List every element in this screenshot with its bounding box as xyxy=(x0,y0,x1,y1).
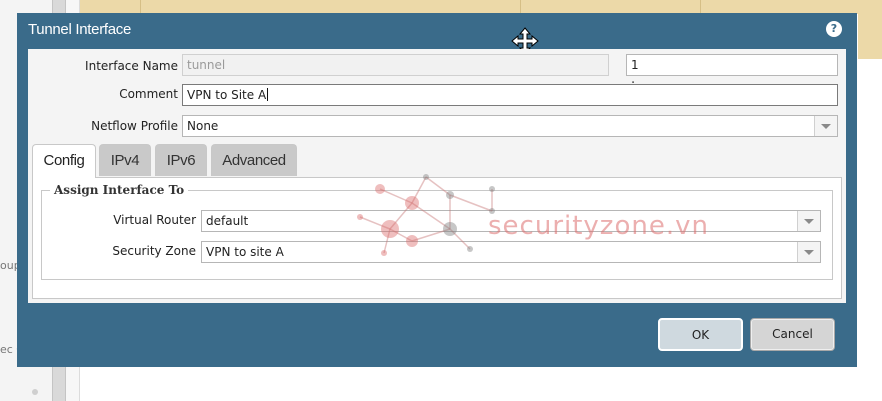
dialog-titlebar[interactable]: Tunnel Interface ? xyxy=(17,13,857,55)
tab-ipv4-label: IPv4 xyxy=(110,152,140,169)
dialog-title: Tunnel Interface xyxy=(28,21,132,38)
assign-interface-fieldset: Assign Interface To Virtual Router defau… xyxy=(41,183,833,280)
tab-ipv4[interactable]: IPv4 xyxy=(99,144,151,176)
interface-name-field: tunnel xyxy=(182,54,609,76)
dialog-body: Interface Name tunnel . 1 Comment VPN to… xyxy=(28,49,846,303)
virtual-router-label: Virtual Router xyxy=(113,213,196,227)
netflow-profile-label: Netflow Profile xyxy=(91,119,178,133)
interface-suffix-value: 1 xyxy=(631,58,639,72)
tab-ipv6-label: IPv6 xyxy=(166,152,196,169)
comment-label: Comment xyxy=(119,87,178,101)
tab-advanced-label: Advanced xyxy=(222,152,286,169)
tab-config-label: Config xyxy=(43,152,85,169)
tunnel-interface-dialog: Tunnel Interface ? Interface Name tunnel… xyxy=(17,13,857,367)
ok-button[interactable]: OK xyxy=(658,318,743,351)
virtual-router-select[interactable]: default xyxy=(201,210,821,232)
help-circle-icon[interactable]: ? xyxy=(826,21,842,37)
background-header-strip xyxy=(0,0,882,14)
chevron-down-icon[interactable] xyxy=(797,211,820,231)
security-zone-label: Security Zone xyxy=(112,244,196,258)
tab-config[interactable]: Config xyxy=(32,144,96,178)
cancel-button[interactable]: Cancel xyxy=(750,318,835,351)
tab-advanced[interactable]: Advanced xyxy=(211,144,297,176)
virtual-router-value: default xyxy=(206,214,249,228)
security-zone-value: VPN to site A xyxy=(206,245,284,259)
netflow-profile-select[interactable]: None xyxy=(182,115,838,137)
config-tab-panel: Assign Interface To Virtual Router defau… xyxy=(32,177,842,299)
text-cursor xyxy=(267,88,269,101)
interface-name-label: Interface Name xyxy=(85,59,178,73)
comment-value: VPN to Site A xyxy=(187,88,267,102)
chevron-down-icon[interactable] xyxy=(797,242,820,262)
background-dot xyxy=(32,389,38,395)
fieldset-legend: Assign Interface To xyxy=(50,183,189,197)
comment-field[interactable]: VPN to Site A xyxy=(182,84,838,106)
tab-ipv6[interactable]: IPv6 xyxy=(155,144,207,176)
chevron-down-icon[interactable] xyxy=(814,116,837,136)
security-zone-select[interactable]: VPN to site A xyxy=(201,241,821,263)
interface-suffix-field[interactable]: 1 xyxy=(626,54,838,76)
netflow-profile-value: None xyxy=(187,119,219,133)
background-right-strip xyxy=(858,14,882,59)
